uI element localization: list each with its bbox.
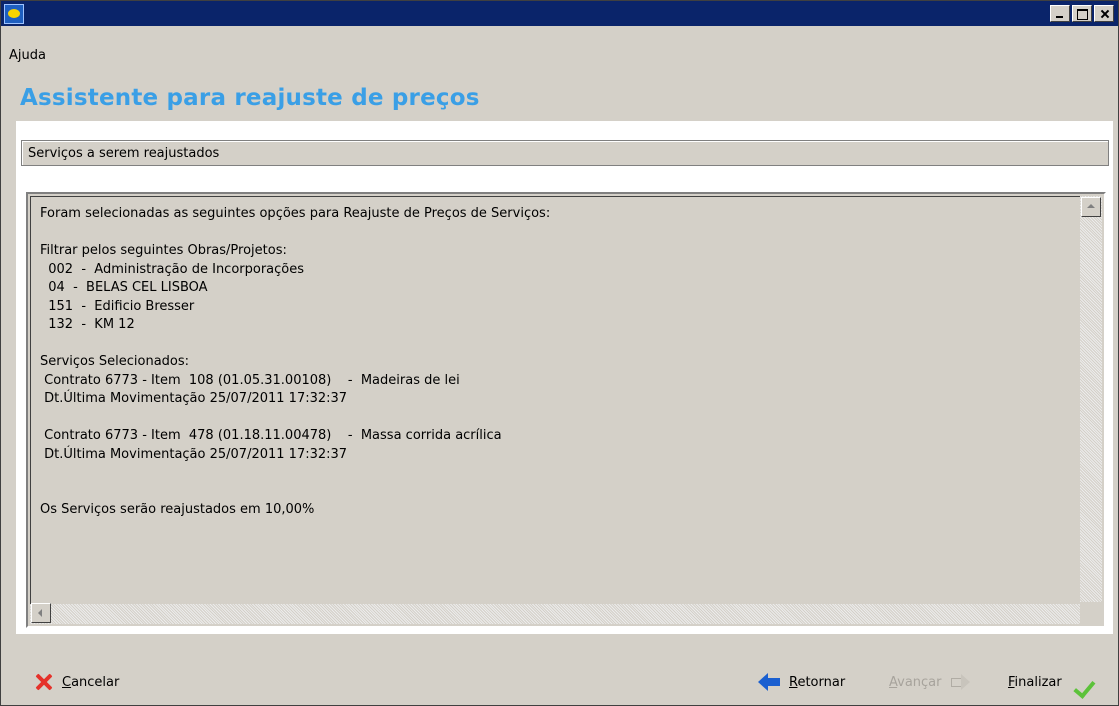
arrow-left-icon: [758, 673, 782, 691]
summary-line: [40, 409, 1070, 428]
summary-line: Contrato 6773 - Item 108 (01.05.31.00108…: [40, 372, 460, 388]
summary-line: Foram selecionadas as seguintes opções p…: [40, 206, 551, 221]
summary-line: [40, 335, 1070, 354]
vertical-scrollbar[interactable]: [1080, 196, 1102, 606]
back-button[interactable]: Retornar: [758, 671, 845, 693]
scroll-left-button[interactable]: [31, 603, 51, 623]
summary-line: 002 - Administração de Incorporações: [40, 261, 305, 277]
summary-line: Serviços Selecionados:: [40, 354, 190, 369]
summary-line: [40, 224, 1070, 243]
wizard-window: Ajuda Assistente para reajuste de preços…: [0, 0, 1119, 706]
cancel-button[interactable]: Cancelar: [33, 671, 119, 693]
summary-line: 132 - KM 12: [40, 317, 135, 332]
window-controls: [1048, 5, 1114, 22]
summary-line: [40, 464, 1070, 483]
scroll-up-button[interactable]: [1081, 197, 1101, 217]
finish-button[interactable]: Finalizar: [1008, 671, 1093, 693]
summary-line: Os Serviços serão reajustados em 10,00%: [40, 502, 315, 517]
maximize-button[interactable]: [1072, 5, 1092, 22]
wizard-title: Assistente para reajuste de preços: [20, 85, 480, 111]
summary-line: 04 - BELAS CEL LISBOA: [40, 280, 208, 295]
horizontal-scrollbar[interactable]: [30, 604, 1080, 624]
check-icon: [1069, 673, 1093, 691]
summary-line: 151 - Edificio Bresser: [40, 298, 195, 314]
summary-line: Contrato 6773 - Item 478 (01.18.11.00478…: [40, 428, 502, 443]
next-button[interactable]: Avançar: [889, 671, 971, 693]
wizard-footer: Cancelar Retornar Avançar Finalizar: [3, 661, 1116, 701]
summary-panel: Foram selecionadas as seguintes opções p…: [26, 192, 1106, 628]
scrollbar-corner: [1080, 602, 1102, 624]
close-button[interactable]: [1094, 5, 1114, 22]
menu-item-ajuda[interactable]: Ajuda: [9, 48, 46, 63]
minimize-button[interactable]: [1050, 5, 1070, 22]
summary-line: Filtrar pelos seguintes Obras/Projetos:: [40, 243, 287, 258]
app-icon[interactable]: [4, 4, 24, 24]
summary-line: Dt.Última Movimentação 25/07/2011 17:32:…: [40, 446, 348, 462]
summary-text[interactable]: Foram selecionadas as seguintes opções p…: [40, 205, 1070, 520]
section-header: Serviços a serem reajustados: [21, 140, 1109, 166]
x-icon: [33, 673, 55, 691]
summary-line: Dt.Última Movimentação 25/07/2011 17:32:…: [40, 391, 348, 406]
title-bar[interactable]: [1, 1, 1118, 26]
summary-line: [40, 483, 1070, 502]
arrow-right-icon: [949, 673, 971, 691]
menu-bar: Ajuda: [9, 48, 46, 63]
